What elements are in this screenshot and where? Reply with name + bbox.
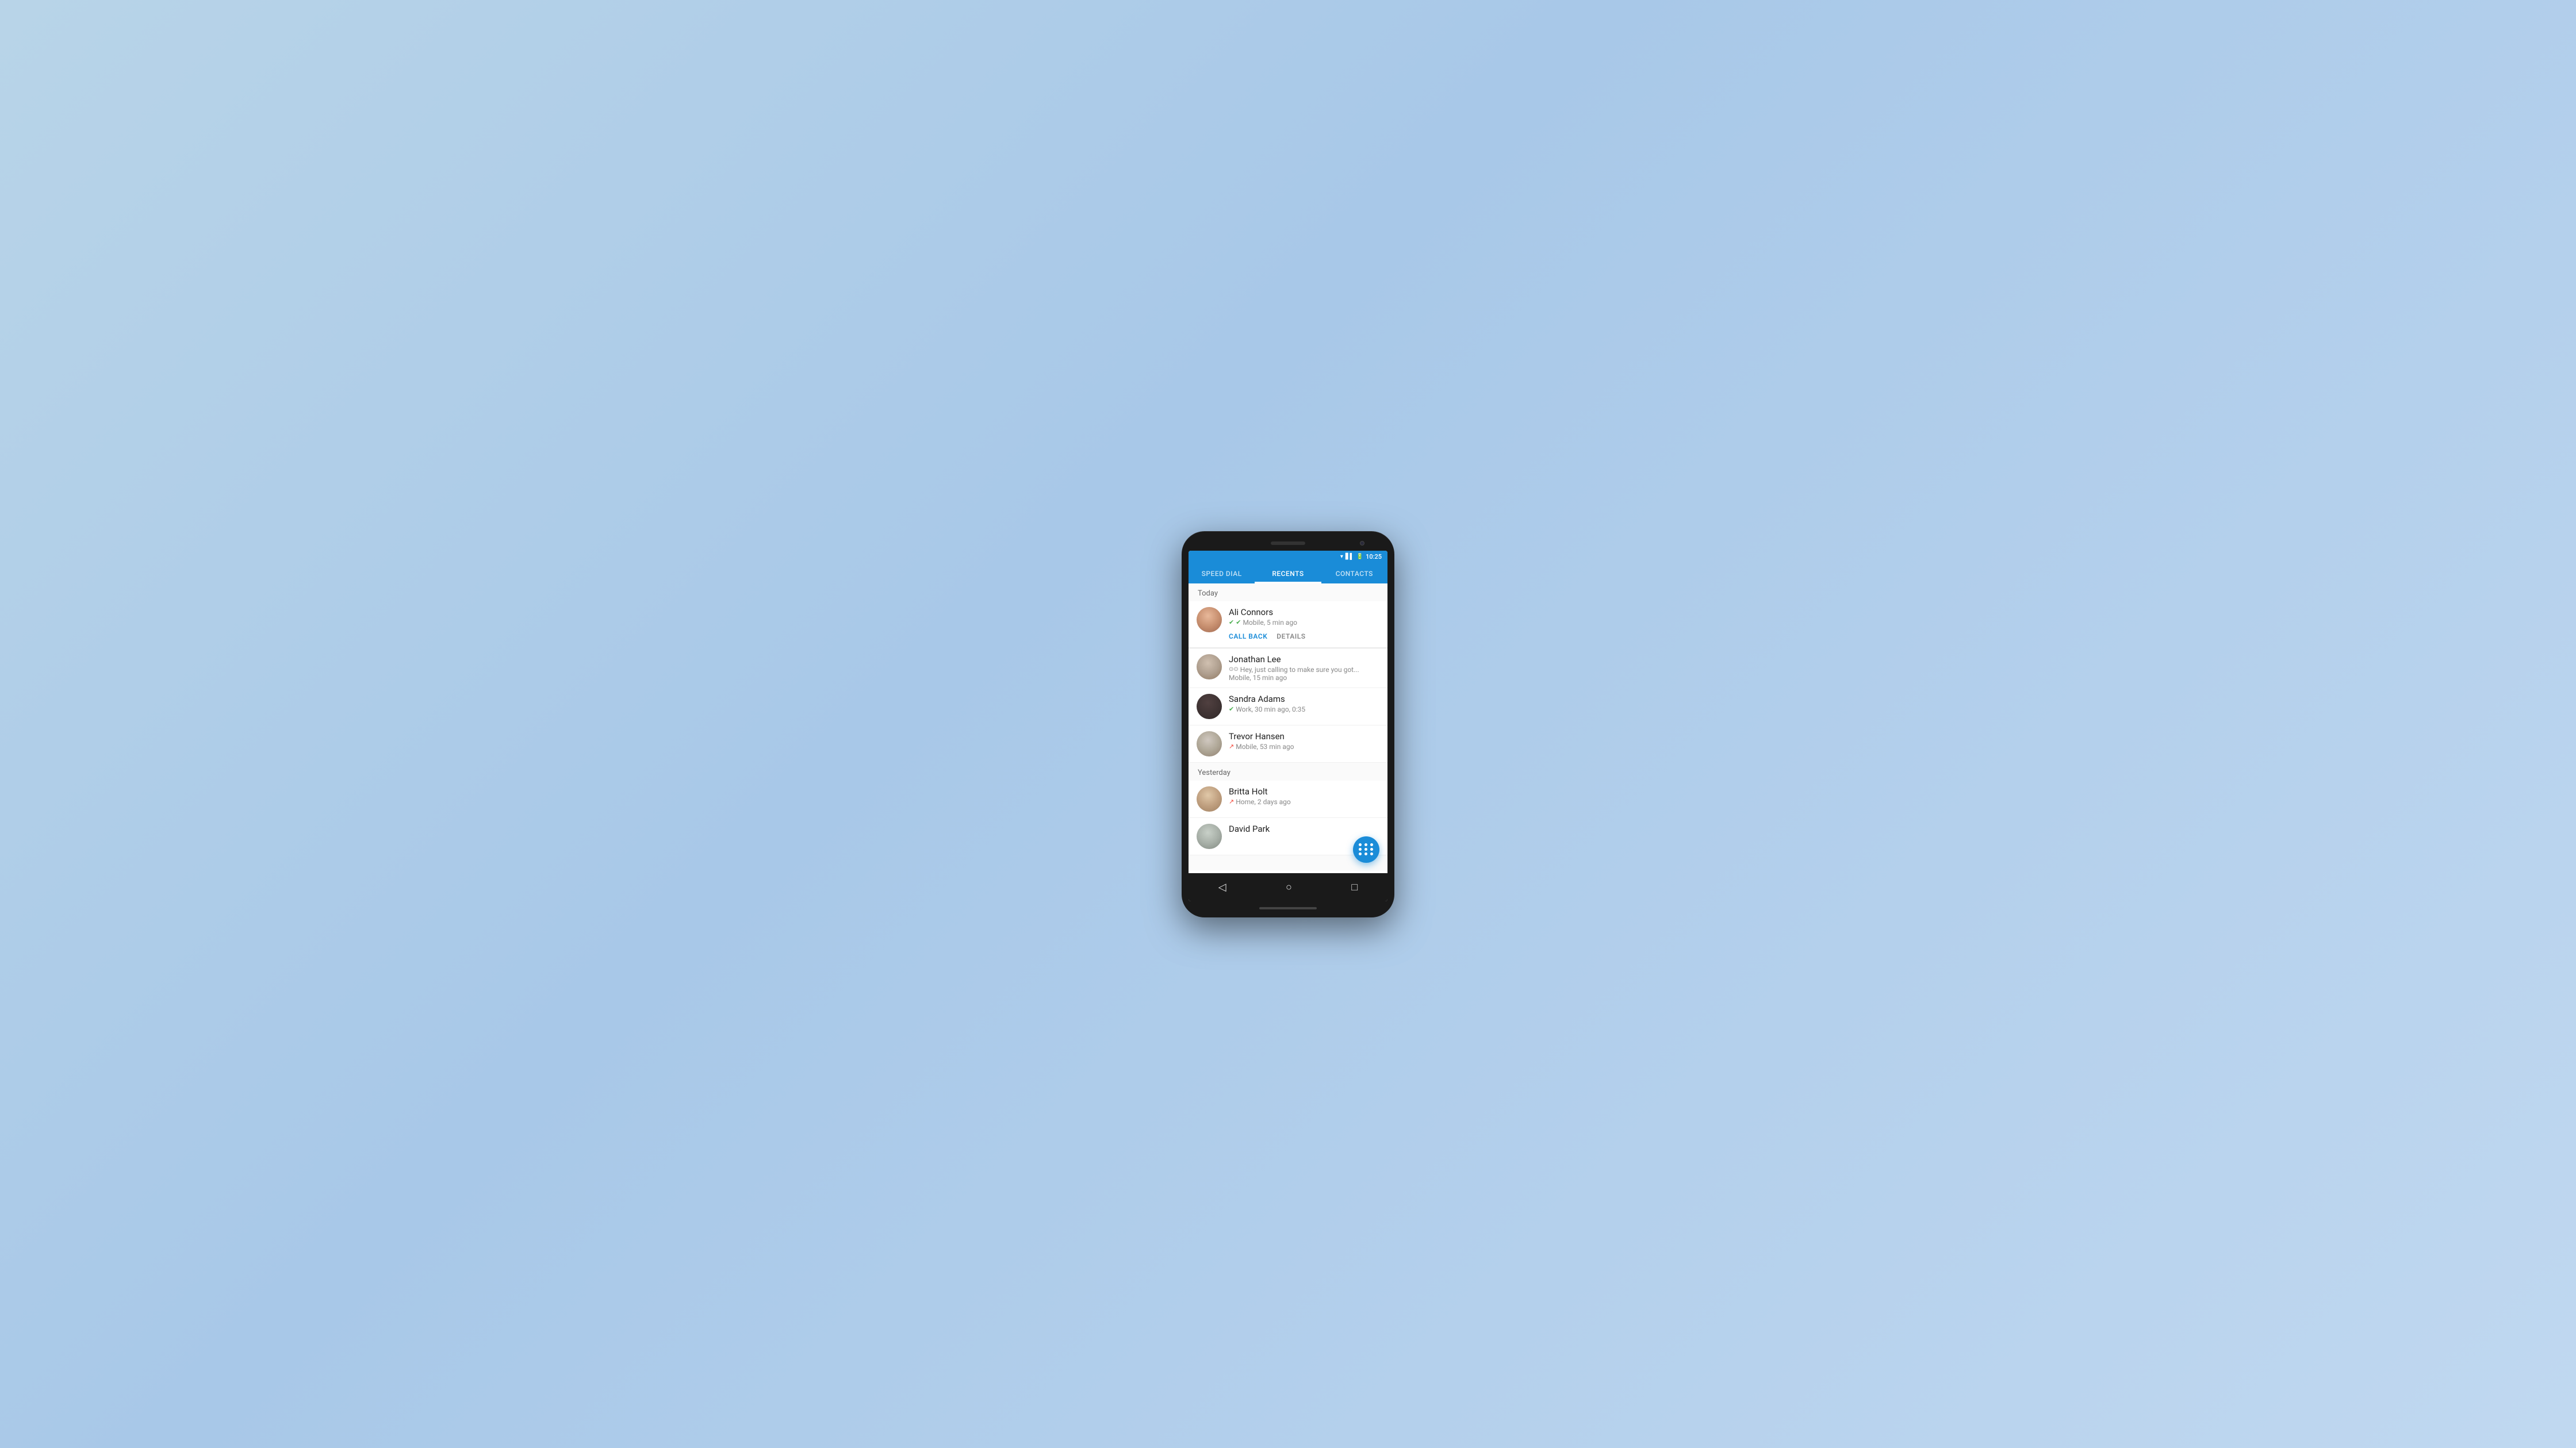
contact-subtext-sandra: ✔ Work, 30 min ago, 0:35 (1229, 705, 1379, 713)
contact-name-david-park: David Park (1229, 824, 1379, 834)
contact-subtext-ali-connors: ✔ ✔ Mobile, 5 min ago (1229, 619, 1379, 627)
contact-item-sandra-adams[interactable]: Sandra Adams ✔ Work, 30 min ago, 0:35 (1189, 688, 1387, 725)
contact-name-jonathan-lee: Jonathan Lee (1229, 654, 1379, 665)
tab-bar: SPEED DIAL RECENTS CONTACTS (1189, 563, 1387, 583)
contact-info-ali-connors: Ali Connors ✔ ✔ Mobile, 5 min ago CALL B… (1229, 607, 1379, 645)
contact-subtext-britta: ↗ Home, 2 days ago (1229, 798, 1379, 806)
avatar-trevor-hansen (1197, 731, 1222, 756)
avatar-ali-connors (1197, 607, 1222, 632)
fab-dot-9 (1370, 852, 1373, 855)
bottom-nav: ◁ ○ □ (1189, 873, 1387, 901)
wifi-icon: ▾ (1340, 554, 1343, 560)
section-header-today: Today (1189, 583, 1387, 601)
contact-name-sandra-adams: Sandra Adams (1229, 694, 1379, 704)
details-button[interactable]: DETAILS (1276, 631, 1305, 642)
fab-dot-7 (1359, 852, 1362, 855)
call-back-button[interactable]: CALL BACK (1229, 631, 1267, 642)
avatar-david-park (1197, 824, 1222, 849)
fab-dot-3 (1370, 843, 1373, 846)
status-time: 10:25 (1366, 553, 1382, 560)
fab-dialpad[interactable] (1353, 836, 1379, 863)
contact-info-trevor-hansen: Trevor Hansen ↗ Mobile, 53 min ago (1229, 731, 1379, 751)
phone-camera (1360, 541, 1364, 546)
avatar-jonathan-lee (1197, 654, 1222, 679)
action-buttons-ali-connors: CALL BACK DETAILS (1229, 627, 1379, 645)
tab-speed-dial[interactable]: SPEED DIAL (1189, 563, 1255, 583)
nav-home-button[interactable]: ○ (1274, 878, 1304, 897)
call-icon-incoming-1: ✔ (1229, 619, 1234, 626)
signal-icon: ▋▌ (1346, 554, 1354, 560)
section-header-yesterday: Yesterday (1189, 763, 1387, 781)
content-area: Today Ali Connors ✔ ✔ Mobile, 5 min ago … (1189, 583, 1387, 871)
phone-top-bar (1189, 541, 1387, 545)
status-bar: ▾ ▋▌ 🔋 10:25 (1189, 551, 1387, 563)
contact-info-britta-holt: Britta Holt ↗ Home, 2 days ago (1229, 786, 1379, 806)
phone-device: ▾ ▋▌ 🔋 10:25 SPEED DIAL RECENTS CONTACTS… (1182, 531, 1394, 917)
status-icons: ▾ ▋▌ 🔋 10:25 (1340, 553, 1382, 560)
contact-name-trevor-hansen: Trevor Hansen (1229, 731, 1379, 742)
voicemail-icon: ⊙⊙ (1229, 666, 1239, 673)
contact-subtext-jonathan-voicemail: ⊙⊙ Hey, just calling to make sure you go… (1229, 666, 1379, 674)
call-icon-sandra: ✔ (1229, 705, 1234, 713)
call-icon-britta: ↗ (1229, 798, 1234, 805)
avatar-sandra-adams (1197, 694, 1222, 719)
contact-name-ali-connors: Ali Connors (1229, 607, 1379, 617)
fab-dot-6 (1370, 848, 1373, 851)
fab-dot-4 (1359, 848, 1362, 851)
contact-info-sandra-adams: Sandra Adams ✔ Work, 30 min ago, 0:35 (1229, 694, 1379, 713)
nav-recent-button[interactable]: □ (1340, 878, 1369, 897)
contact-item-ali-connors[interactable]: Ali Connors ✔ ✔ Mobile, 5 min ago CALL B… (1189, 601, 1387, 648)
contact-name-britta-holt: Britta Holt (1229, 786, 1379, 797)
contact-item-britta-holt[interactable]: Britta Holt ↗ Home, 2 days ago (1189, 781, 1387, 818)
call-icon-incoming-2: ✔ (1236, 619, 1241, 626)
contact-subtext-jonathan-detail: Mobile, 15 min ago (1229, 674, 1379, 682)
fab-dot-5 (1364, 848, 1367, 851)
fab-dot-2 (1364, 843, 1367, 846)
phone-speaker (1271, 541, 1305, 545)
tab-contacts[interactable]: CONTACTS (1321, 563, 1387, 583)
phone-home-indicator (1259, 907, 1317, 909)
nav-back-button[interactable]: ◁ (1207, 878, 1238, 897)
contact-info-jonathan-lee: Jonathan Lee ⊙⊙ Hey, just calling to mak… (1229, 654, 1379, 682)
phone-screen: ▾ ▋▌ 🔋 10:25 SPEED DIAL RECENTS CONTACTS… (1189, 551, 1387, 901)
tab-recents[interactable]: RECENTS (1255, 563, 1321, 583)
contact-item-trevor-hansen[interactable]: Trevor Hansen ↗ Mobile, 53 min ago (1189, 725, 1387, 763)
fab-dot-8 (1364, 852, 1367, 855)
contact-item-jonathan-lee[interactable]: Jonathan Lee ⊙⊙ Hey, just calling to mak… (1189, 648, 1387, 688)
fab-dot-1 (1359, 843, 1362, 846)
phone-bottom-bar (1189, 907, 1387, 909)
fab-dots-grid (1359, 843, 1374, 855)
call-icon-trevor: ↗ (1229, 743, 1234, 750)
contact-info-david-park: David Park (1229, 824, 1379, 835)
contact-subtext-trevor: ↗ Mobile, 53 min ago (1229, 743, 1379, 751)
battery-icon: 🔋 (1356, 554, 1363, 560)
avatar-britta-holt (1197, 786, 1222, 812)
